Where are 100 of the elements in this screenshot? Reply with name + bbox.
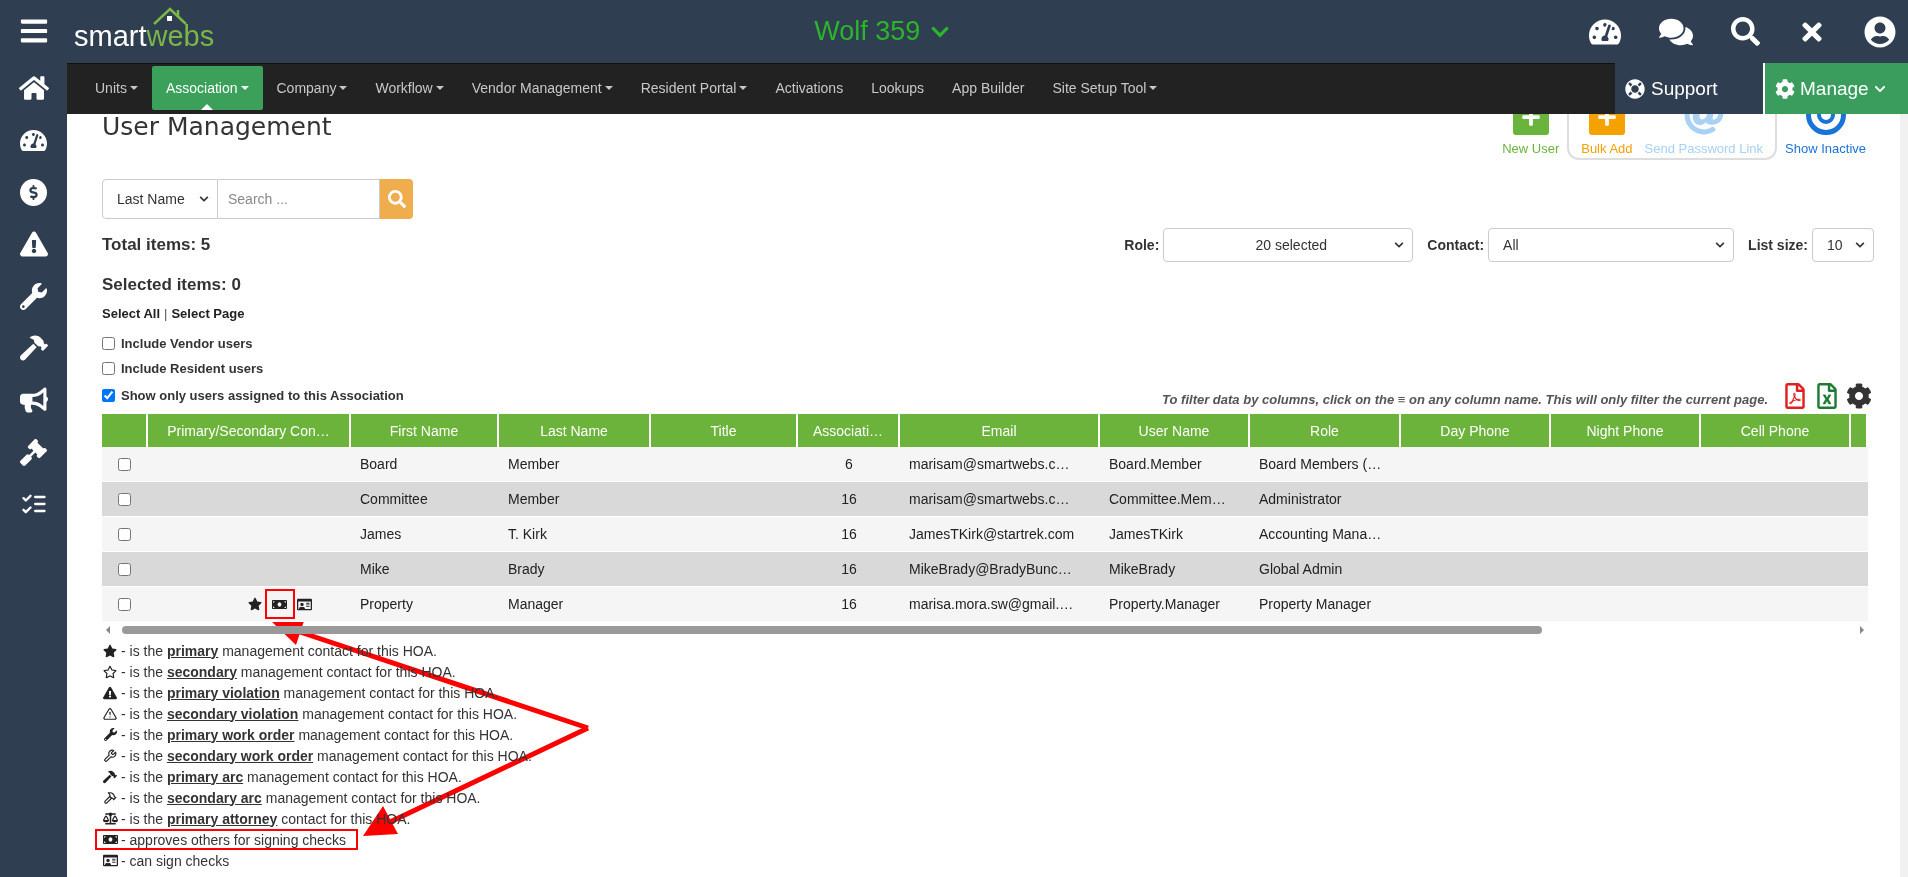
table-cell: Committee.Mem… bbox=[1109, 491, 1226, 507]
total-items: Total items: 5 bbox=[102, 235, 211, 255]
table-cell: 16 bbox=[841, 526, 857, 542]
spreadsheet-icon[interactable] bbox=[1814, 383, 1840, 409]
search-icon bbox=[387, 190, 406, 208]
table-cell: Administrator bbox=[1259, 491, 1342, 507]
row-checkbox[interactable] bbox=[117, 597, 131, 611]
table-cell: Property bbox=[360, 596, 413, 612]
nav-item[interactable]: Company bbox=[262, 66, 362, 110]
table-cell: Brady bbox=[508, 561, 545, 577]
settings-icon[interactable] bbox=[1846, 383, 1872, 409]
nav-item[interactable]: Resident Portal bbox=[626, 66, 762, 110]
filter-label: List size: bbox=[1748, 237, 1808, 253]
nav-item[interactable]: Site Setup Tool bbox=[1038, 66, 1172, 110]
checkbox[interactable] bbox=[102, 337, 115, 350]
nav-item[interactable]: Workflow bbox=[361, 66, 458, 110]
table-cell: Property.Manager bbox=[1109, 596, 1220, 612]
selected-items: Selected items: 0 bbox=[102, 275, 241, 295]
checkbox[interactable] bbox=[102, 388, 115, 402]
table-cell: 6 bbox=[845, 456, 853, 472]
table-cell: MikeBrady bbox=[1109, 561, 1176, 577]
table-row[interactable]: Mike Brady 16 MikeBrady@BradyBunc… MikeBrady Global Admin bbox=[102, 552, 1868, 587]
hammer-outline-icon bbox=[103, 790, 117, 805]
nav-item[interactable]: Units bbox=[81, 66, 152, 110]
table-cell: Board bbox=[360, 456, 398, 472]
support-button[interactable]: Support bbox=[1615, 63, 1763, 114]
filter-select[interactable]: 20 selected bbox=[1163, 228, 1414, 262]
table-cell: Accounting Mana… bbox=[1259, 526, 1382, 542]
hammer-icon[interactable] bbox=[19, 334, 48, 362]
logo[interactable]: smartwebs bbox=[74, 10, 215, 53]
search-by-select[interactable]: Last Name bbox=[102, 179, 218, 219]
row-checkbox[interactable] bbox=[117, 562, 131, 576]
table-cell: Property Manager bbox=[1259, 596, 1372, 612]
warning-outline-icon bbox=[103, 706, 117, 721]
gear-icon bbox=[1775, 78, 1795, 99]
nav-item[interactable]: Lookups bbox=[857, 66, 939, 110]
star-icon bbox=[103, 643, 117, 658]
table-row[interactable]: Board Member 6 marisam@smartwebs.c… Board.Member Board Members (… bbox=[102, 447, 1868, 482]
table-cell: James bbox=[360, 526, 402, 542]
option-label: Include Resident users bbox=[121, 361, 264, 376]
gavel-icon[interactable] bbox=[20, 438, 47, 466]
legend-text: - is the primary work order management contact for this HOA. bbox=[121, 726, 514, 743]
table-cell: Board.Member bbox=[1109, 456, 1202, 472]
pdf-icon[interactable] bbox=[1782, 383, 1808, 409]
filter-label: Contact: bbox=[1427, 237, 1485, 253]
dollar-icon[interactable] bbox=[20, 178, 47, 206]
row-checkbox[interactable] bbox=[117, 457, 131, 471]
chevron-down-icon bbox=[1855, 240, 1865, 250]
checkbox[interactable] bbox=[102, 362, 115, 375]
chevron-down-icon bbox=[199, 194, 209, 204]
table-cell: Board Members (… bbox=[1259, 456, 1382, 472]
legend-text: - is the primary arc management contact for this HOA. bbox=[121, 768, 462, 785]
megaphone-icon[interactable] bbox=[19, 386, 48, 414]
table-row[interactable]: James T. Kirk 16 JamesTKirk@startrek.com JamesTKirk Accounting Mana… bbox=[102, 517, 1868, 552]
user-icon[interactable] bbox=[1864, 15, 1896, 48]
filter-label: Role: bbox=[1124, 237, 1160, 253]
table-cell: 16 bbox=[841, 561, 857, 577]
select-all-link[interactable]: Select All bbox=[102, 305, 161, 321]
association-picker[interactable]: Wolf 359 bbox=[814, 16, 951, 47]
search-field[interactable]: Search ... bbox=[218, 179, 380, 219]
page-title: User Management bbox=[102, 114, 332, 140]
wrench-icon bbox=[103, 728, 117, 741]
table-cell: JamesTKirk@startrek.com bbox=[909, 526, 1075, 542]
option-label: Include Vendor users bbox=[121, 336, 253, 351]
table-cell: Committee bbox=[360, 491, 428, 507]
nav-item[interactable]: Vendor Management bbox=[457, 66, 627, 110]
search-icon[interactable] bbox=[1731, 17, 1760, 46]
warning-icon[interactable] bbox=[19, 230, 48, 258]
header-cell bbox=[102, 414, 146, 447]
table-row[interactable]: Property Manager 16 marisa.mora.sw@gmail.… Property.Manager Property Manager bbox=[102, 587, 1868, 622]
table-row[interactable]: Committee Member 16 marisam@smartwebs.c… Committee.Mem… Administrator bbox=[102, 482, 1868, 517]
card-icon bbox=[102, 853, 118, 868]
table-cell: JamesTKirk bbox=[1109, 526, 1183, 542]
wrench-icon[interactable] bbox=[20, 282, 47, 310]
option-label: Show only users assigned to this Association bbox=[121, 387, 404, 403]
table-cell: Mike bbox=[360, 561, 390, 577]
nav-item[interactable]: Activations bbox=[761, 66, 858, 110]
select-page-link[interactable]: Select Page bbox=[171, 305, 245, 321]
filter-hint: To filter data by columns, click on the ≡ on any column name. This will only filter the current page. bbox=[1162, 392, 1768, 407]
lifebuoy-icon bbox=[1625, 78, 1645, 99]
table-cell: MikeBrady@BradyBunc… bbox=[909, 561, 1072, 577]
row-checkbox[interactable] bbox=[117, 492, 131, 506]
row-checkbox[interactable] bbox=[117, 527, 131, 541]
scale-icon bbox=[102, 811, 118, 826]
table-cell: Manager bbox=[508, 596, 564, 612]
home-icon[interactable] bbox=[18, 73, 49, 103]
banknote-icon bbox=[102, 832, 118, 847]
action-button[interactable]: Show Inactive bbox=[1781, 114, 1870, 156]
table-cell: marisam@smartwebs.c… bbox=[909, 491, 1070, 507]
table-cell: Member bbox=[508, 456, 560, 472]
filter-select[interactable]: All bbox=[1488, 228, 1735, 262]
legend-text: - is the secondary violation management contact for this HOA. bbox=[121, 705, 518, 722]
filter-select[interactable]: 10 bbox=[1812, 228, 1874, 262]
table-cell: marisa.mora.sw@gmail.… bbox=[909, 596, 1074, 612]
table-cell: marisam@smartwebs.c… bbox=[909, 456, 1070, 472]
table-cell: Member bbox=[508, 491, 560, 507]
legend-text: - is the secondary work order management contact for this HOA. bbox=[121, 747, 532, 764]
header-cell bbox=[1851, 414, 1866, 447]
nav-item[interactable]: App Builder bbox=[938, 66, 1039, 110]
table-cell: Global Admin bbox=[1259, 561, 1343, 577]
